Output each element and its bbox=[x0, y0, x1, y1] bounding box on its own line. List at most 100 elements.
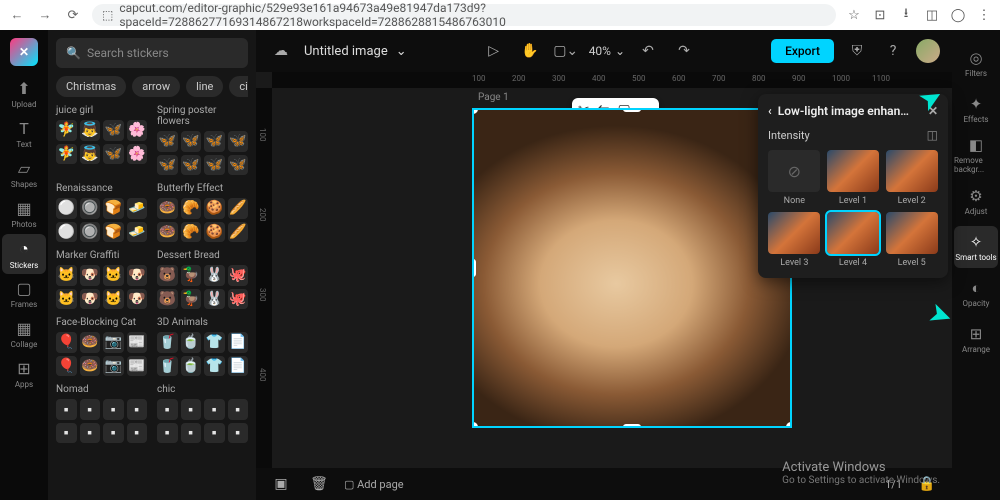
sticker-thumb[interactable]: 🥤 bbox=[157, 332, 178, 353]
sticker-thumb[interactable]: ▪ bbox=[56, 399, 77, 420]
sticker-thumb[interactable]: 🔘 bbox=[80, 198, 101, 219]
browser-forward[interactable]: → bbox=[36, 6, 54, 24]
tool-arrange[interactable]: ⊞Arrange bbox=[954, 318, 998, 360]
sticker-thumb[interactable]: 🦋 bbox=[181, 155, 202, 176]
sticker-thumb[interactable]: 🍩 bbox=[80, 356, 101, 377]
doc-title[interactable]: Untitled image ⌄ bbox=[304, 44, 407, 59]
sticker-thumb[interactable]: 🦋 bbox=[228, 155, 249, 176]
sticker-thumb[interactable]: 🌸 bbox=[127, 120, 148, 141]
sticker-thumb[interactable]: 📄 bbox=[228, 332, 249, 353]
sticker-thumb[interactable]: 👼 bbox=[80, 144, 101, 165]
sticker-thumb[interactable]: 🍞 bbox=[103, 198, 124, 219]
nav-collage[interactable]: ▦Collage bbox=[2, 314, 46, 354]
intensity-level-5[interactable]: Level 5 bbox=[885, 212, 938, 268]
sticker-thumb[interactable]: 👕 bbox=[204, 332, 225, 353]
sticker-thumb[interactable]: ▪ bbox=[157, 399, 178, 420]
sticker-thumb[interactable]: ⚪ bbox=[56, 198, 77, 219]
sticker-thumb[interactable]: 🦆 bbox=[181, 289, 202, 310]
resize-handle[interactable] bbox=[786, 422, 792, 428]
nav-upload[interactable]: ⬆Upload bbox=[2, 74, 46, 114]
sticker-thumb[interactable]: 🦋 bbox=[228, 131, 249, 152]
sticker-thumb[interactable]: 🍵 bbox=[181, 332, 202, 353]
compare-icon[interactable]: ◫ bbox=[927, 128, 938, 142]
sticker-thumb[interactable]: 🐶 bbox=[80, 289, 101, 310]
sticker-thumb[interactable]: ▪ bbox=[127, 399, 148, 420]
menu-icon[interactable]: ⋮ bbox=[976, 7, 992, 23]
help-icon[interactable]: ? bbox=[880, 38, 906, 64]
intensity-level-1[interactable]: Level 1 bbox=[827, 150, 880, 206]
sticker-thumb[interactable]: 🐱 bbox=[103, 265, 124, 286]
undo-icon[interactable]: ↶ bbox=[635, 38, 661, 64]
layers-icon[interactable]: ▣ bbox=[268, 471, 294, 497]
sticker-thumb[interactable]: 🦋 bbox=[103, 120, 124, 141]
sticker-thumb[interactable]: 🐶 bbox=[127, 265, 148, 286]
profile-icon[interactable]: ◯ bbox=[950, 7, 966, 23]
sticker-thumb[interactable]: 🐰 bbox=[204, 265, 225, 286]
sticker-thumb[interactable]: ▪ bbox=[181, 399, 202, 420]
sticker-thumb[interactable]: 📷 bbox=[103, 356, 124, 377]
sticker-thumb[interactable]: 🐙 bbox=[228, 289, 249, 310]
tool-opacity[interactable]: ◐Opacity bbox=[954, 272, 998, 314]
tool-remove-backgr-[interactable]: ◧Remove backgr... bbox=[954, 134, 998, 176]
browser-reload[interactable]: ⟳ bbox=[64, 6, 82, 24]
sticker-thumb[interactable]: 🔘 bbox=[80, 222, 101, 243]
sticker-thumb[interactable]: 🐶 bbox=[80, 265, 101, 286]
search-input[interactable]: 🔍 Search stickers bbox=[56, 38, 248, 68]
sticker-thumb[interactable]: ▪ bbox=[56, 423, 77, 444]
sticker-thumb[interactable]: ▪ bbox=[127, 423, 148, 444]
sticker-thumb[interactable]: ▪ bbox=[103, 423, 124, 444]
sticker-thumb[interactable]: 🦋 bbox=[204, 131, 225, 152]
sticker-thumb[interactable]: 🦋 bbox=[103, 144, 124, 165]
sticker-thumb[interactable]: 🐻 bbox=[157, 289, 178, 310]
sticker-thumb[interactable]: 🐱 bbox=[56, 289, 77, 310]
add-page-button[interactable]: ▢ Add page bbox=[344, 478, 404, 491]
selected-image[interactable] bbox=[472, 108, 792, 428]
export-button[interactable]: Export bbox=[771, 39, 834, 63]
sticker-thumb[interactable]: 👼 bbox=[80, 120, 101, 141]
nav-text[interactable]: TText bbox=[2, 114, 46, 154]
sticker-thumb[interactable]: 🧚 bbox=[56, 144, 77, 165]
intensity-level-3[interactable]: Level 3 bbox=[768, 212, 821, 268]
resize-handle[interactable] bbox=[623, 108, 641, 112]
cloud-icon[interactable]: ☁ bbox=[268, 38, 294, 64]
app-logo[interactable]: ✕ bbox=[10, 38, 38, 66]
nav-photos[interactable]: ▦Photos bbox=[2, 194, 46, 234]
sticker-thumb[interactable]: 📷 bbox=[103, 332, 124, 353]
download-icon[interactable]: ⭳ bbox=[898, 7, 914, 23]
shield-icon[interactable]: ⛨ bbox=[844, 38, 870, 64]
sticker-thumb[interactable]: 🦋 bbox=[157, 155, 178, 176]
resize-handle[interactable] bbox=[623, 424, 641, 428]
intensity-level-2[interactable]: Level 2 bbox=[885, 150, 938, 206]
sticker-thumb[interactable]: 🐙 bbox=[228, 265, 249, 286]
sticker-thumb[interactable]: 🍵 bbox=[181, 356, 202, 377]
sticker-thumb[interactable]: 🍩 bbox=[157, 198, 178, 219]
sticker-thumb[interactable]: ⚪ bbox=[56, 222, 77, 243]
sticker-thumb[interactable]: 📰 bbox=[127, 356, 148, 377]
avatar[interactable] bbox=[916, 39, 940, 63]
browser-back[interactable]: ← bbox=[8, 6, 26, 24]
sticker-thumb[interactable]: 🌸 bbox=[127, 144, 148, 165]
frame-icon[interactable]: ▢⌄ bbox=[553, 38, 579, 64]
star-icon[interactable]: ☆ bbox=[846, 7, 862, 23]
chip-line[interactable]: line bbox=[186, 76, 223, 97]
nav-stickers[interactable]: ◔Stickers bbox=[2, 234, 46, 274]
intensity-level-4[interactable]: Level 4 bbox=[827, 212, 880, 268]
tool-smart-tools[interactable]: ✧Smart tools bbox=[954, 226, 998, 268]
sticker-thumb[interactable]: 🐱 bbox=[103, 289, 124, 310]
sticker-thumb[interactable]: 📄 bbox=[228, 356, 249, 377]
sticker-thumb[interactable]: 🦋 bbox=[181, 131, 202, 152]
sticker-thumb[interactable]: 🍪 bbox=[204, 198, 225, 219]
nav-apps[interactable]: ⊞Apps bbox=[2, 354, 46, 394]
url-bar[interactable]: ⬚ capcut.com/editor-graphic/529e93e161a9… bbox=[92, 4, 836, 26]
sticker-thumb[interactable]: 🥐 bbox=[181, 198, 202, 219]
sticker-thumb[interactable]: 🐱 bbox=[56, 265, 77, 286]
sticker-thumb[interactable]: 🐻 bbox=[157, 265, 178, 286]
sticker-thumb[interactable]: ▪ bbox=[228, 423, 249, 444]
sticker-thumb[interactable]: ▪ bbox=[228, 399, 249, 420]
sticker-thumb[interactable]: 🍩 bbox=[80, 332, 101, 353]
sticker-thumb[interactable]: 🦋 bbox=[157, 131, 178, 152]
sticker-thumb[interactable]: 🦋 bbox=[204, 155, 225, 176]
sticker-thumb[interactable]: 🍪 bbox=[204, 222, 225, 243]
sticker-thumb[interactable]: 🐰 bbox=[204, 289, 225, 310]
sticker-thumb[interactable]: 🧈 bbox=[127, 222, 148, 243]
